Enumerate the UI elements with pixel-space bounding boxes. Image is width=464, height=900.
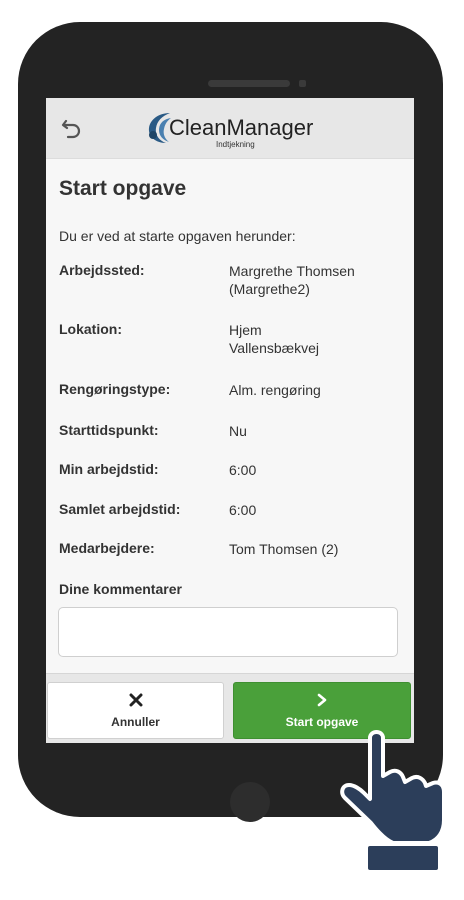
value-starttidspunkt: Nu: [229, 422, 409, 440]
phone-speaker: [208, 80, 290, 87]
pointing-hand-icon: [340, 730, 446, 870]
value-line: Alm. rengøring: [229, 382, 321, 398]
value-line: Hjem: [229, 322, 262, 338]
value-line: Nu: [229, 423, 247, 439]
label-starttidspunkt: Starttidspunkt:: [59, 422, 159, 438]
value-line: Vallensbækvej: [229, 340, 320, 356]
phone-camera: [299, 80, 306, 87]
value-line: Margrethe Thomsen: [229, 263, 355, 279]
page-title: Start opgave: [59, 177, 187, 200]
phone-home-button: [230, 782, 270, 822]
close-icon: [48, 693, 223, 711]
hand-cuff: [368, 846, 438, 870]
label-arbejdssted: Arbejdssted:: [59, 262, 145, 278]
label-samlet-arbejdstid: Samlet arbejdstid:: [59, 501, 181, 517]
intro-text: Du er ved at starte opgaven herunder:: [59, 228, 296, 244]
brand-name: CleanManager: [169, 115, 314, 140]
label-medarbejdere: Medarbejdere:: [59, 540, 155, 556]
chevron-right-icon: [234, 693, 410, 711]
comments-input[interactable]: [58, 607, 398, 657]
task-details: Start opgave Du er ved at starte opgaven…: [46, 158, 414, 673]
cleanmanager-logo: CleanManager Indtjekning: [144, 111, 324, 151]
brand-subtitle: Indtjekning: [216, 140, 255, 149]
value-arbejdssted: Margrethe Thomsen (Margrethe2): [229, 262, 409, 298]
value-line: 6:00: [229, 462, 257, 478]
label-min-arbejdstid: Min arbejdstid:: [59, 461, 159, 477]
value-line: (Margrethe2): [229, 281, 310, 297]
app-header: CleanManager Indtjekning: [46, 98, 414, 159]
back-icon[interactable]: [60, 116, 84, 140]
label-lokation: Lokation:: [59, 321, 122, 337]
value-min-arbejdstid: 6:00: [229, 461, 409, 479]
app-screen: CleanManager Indtjekning Start opgave Du…: [46, 98, 414, 743]
label-rengoeringstype: Rengøringstype:: [59, 381, 171, 397]
value-rengoeringstype: Alm. rengøring: [229, 381, 409, 399]
value-samlet-arbejdstid: 6:00: [229, 501, 409, 519]
value-medarbejdere: Tom Thomsen (2): [229, 540, 409, 558]
comments-label: Dine kommentarer: [59, 581, 182, 597]
value-line: Tom Thomsen (2): [229, 541, 339, 557]
cancel-button[interactable]: Annuller: [47, 682, 224, 739]
value-lokation: Hjem Vallensbækvej: [229, 321, 409, 357]
cancel-label: Annuller: [111, 715, 160, 729]
value-line: 6:00: [229, 502, 257, 518]
